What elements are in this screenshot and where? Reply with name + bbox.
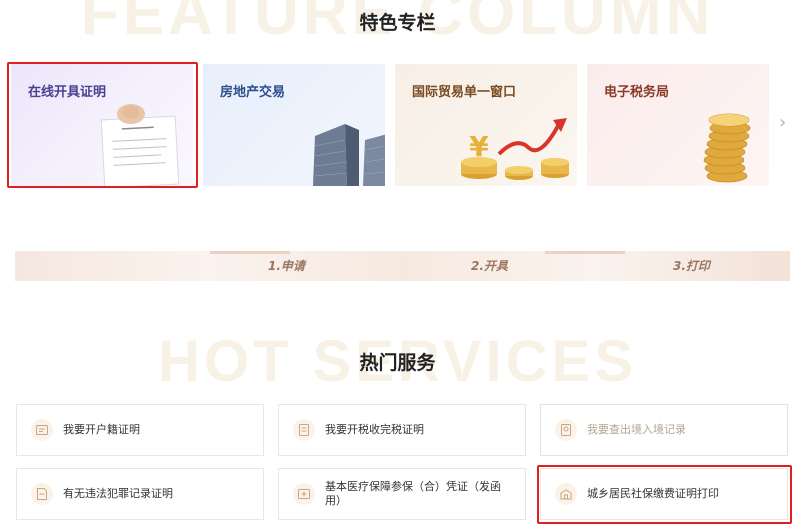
service-label: 我要开税收完税证明 [325, 423, 424, 436]
card-label: 房地产交易 [220, 85, 286, 100]
yen-coins-growth-icon: ¥ [461, 118, 569, 180]
service-household-certificate[interactable]: 我要开户籍证明 [16, 404, 264, 456]
service-tax-payment-certificate[interactable]: 我要开税收完税证明 [278, 404, 526, 456]
service-social-security-payment-print[interactable]: 城乡居民社保缴费证明打印 [540, 468, 788, 520]
id-card-icon [31, 419, 53, 441]
service-label: 我要开户籍证明 [63, 423, 140, 436]
receipt-icon [293, 419, 315, 441]
card-label: 电子税务局 [604, 85, 670, 100]
step-apply: 1.申请 [268, 259, 305, 273]
process-steps-band: 1.申请 2.开具 3.打印 [15, 251, 790, 281]
card-real-estate[interactable]: 房地产交易 [203, 64, 385, 186]
step-issue: 2.开具 [471, 259, 508, 273]
passport-icon [555, 419, 577, 441]
document-icon [31, 483, 53, 505]
service-label: 基本医疗保障参保（合）凭证（发函用） [325, 480, 501, 507]
service-label: 我要查出境入境记录 [587, 423, 686, 436]
service-medical-insurance-voucher[interactable]: 基本医疗保障参保（合）凭证（发函用） [278, 468, 526, 520]
service-label: 城乡居民社保缴费证明打印 [587, 487, 719, 500]
step-print: 3.打印 [673, 259, 710, 273]
feature-section-title: 特色专栏 [359, 12, 436, 34]
medical-card-icon [293, 483, 315, 505]
service-label: 有无违法犯罪记录证明 [63, 487, 173, 500]
card-trade-single-window[interactable]: 国际贸易单一窗口 ¥ [395, 64, 577, 186]
card-online-certificate[interactable]: 在线开具证明 [11, 64, 193, 186]
social-security-icon [555, 483, 577, 505]
card-label: 国际贸易单一窗口 [412, 85, 517, 100]
coin-stack-icon [703, 113, 751, 183]
card-label: 在线开具证明 [28, 85, 107, 100]
chevron-right-icon[interactable]: › [779, 112, 786, 133]
skyscraper-icon [313, 124, 385, 186]
step-divider [545, 251, 625, 254]
service-entry-exit-record[interactable]: 我要查出境入境记录 [540, 404, 788, 456]
hot-section-title: 热门服务 [359, 352, 436, 374]
service-criminal-record[interactable]: 有无违法犯罪记录证明 [16, 468, 264, 520]
card-e-tax-bureau[interactable]: 电子税务局 [587, 64, 769, 186]
certificate-paper-icon [100, 104, 180, 186]
step-divider [210, 251, 290, 254]
svg-text:¥: ¥ [469, 130, 489, 163]
